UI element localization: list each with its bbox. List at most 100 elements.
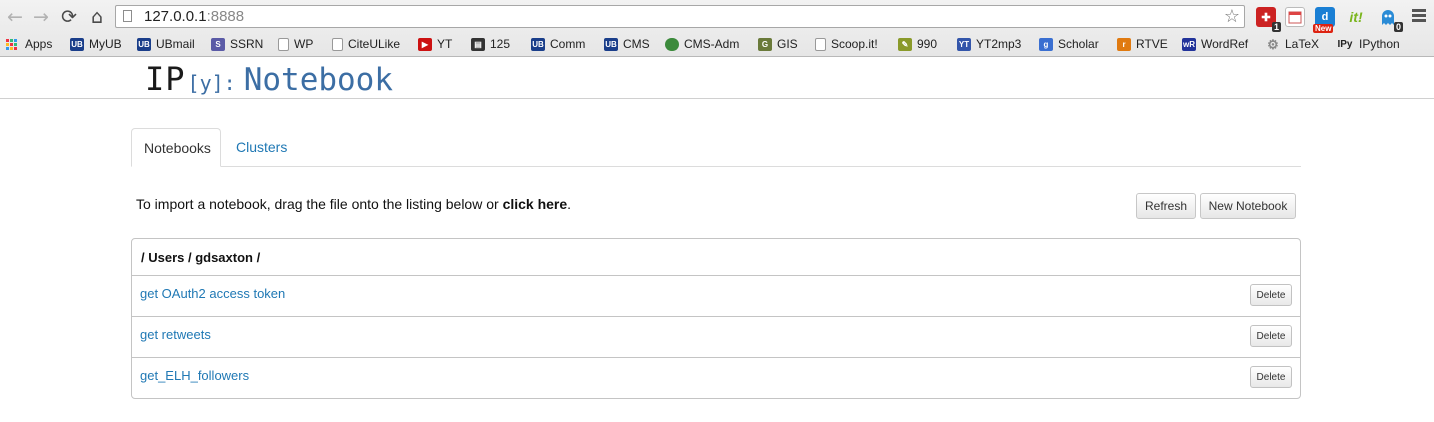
delete-button[interactable]: Delete — [1250, 325, 1292, 347]
bookmark-ubmail[interactable]: UB UBmail — [137, 36, 195, 52]
notebook-link[interactable]: get retweets — [140, 327, 211, 342]
bookmark-label: SSRN — [230, 37, 264, 51]
extension-new-badge: New — [1313, 24, 1334, 33]
bookmark-comm[interactable]: UB Comm — [531, 36, 585, 52]
notebook-row: get_ELH_followers Delete — [132, 358, 1300, 398]
tab-bar: Notebooks Clusters — [131, 128, 1301, 167]
ub-icon: UB — [531, 37, 545, 51]
logo-title: Notebook — [243, 62, 394, 98]
page-icon — [278, 37, 289, 51]
calendar-icon[interactable] — [1285, 7, 1305, 27]
bookmarks-bar: Apps UB MyUB UB UBmail S SSRN WP CiteULike … — [0, 33, 1434, 55]
bookmark-wordref[interactable]: wR WordRef — [1182, 36, 1248, 52]
ipython-logo[interactable]: IP [y] : Notebook — [145, 60, 394, 98]
import-end: . — [567, 196, 572, 212]
bookmark-scholar[interactable]: g Scholar — [1039, 36, 1099, 52]
youtube-icon: ▶ — [418, 37, 432, 51]
bookmark-label: 990 — [917, 37, 938, 51]
import-instructions: To import a notebook, drag the file onto… — [136, 196, 571, 212]
bookmark-apps[interactable]: Apps — [6, 36, 52, 52]
logo-ip: IP — [145, 60, 186, 98]
browser-toolbar: ← → ⟳ ⌂ 127.0.0.1:8888 ☆ ✚ 1 d New it! 0 — [0, 0, 1434, 33]
ipy-icon: IPy — [1337, 38, 1353, 50]
bookmark-label: YT — [437, 37, 453, 51]
bookmark-citeulike[interactable]: CiteULike — [332, 36, 400, 52]
apps-grid-icon — [6, 38, 17, 50]
back-arrow-icon[interactable]: ← — [4, 6, 26, 28]
logo-y: [y] — [187, 71, 224, 95]
ub-icon: UB — [70, 37, 84, 51]
bookmark-label: LaTeX — [1285, 37, 1320, 51]
d-extension-icon[interactable]: d New — [1313, 7, 1335, 33]
bookmark-label: CMS — [623, 37, 650, 51]
forward-arrow-icon[interactable]: → — [30, 6, 52, 28]
ipython-header: IP [y] : Notebook — [0, 57, 1434, 99]
bookmark-scoopit[interactable]: Scoop.it! — [815, 36, 878, 52]
logo-colon: : — [223, 71, 236, 95]
pen-icon: ✎ — [898, 37, 912, 51]
globe-icon — [665, 37, 679, 51]
yt2mp3-icon: YT — [957, 37, 971, 51]
bookmark-125[interactable]: ▤ 125 — [471, 36, 510, 52]
browser-chrome: ← → ⟳ ⌂ 127.0.0.1:8888 ☆ ✚ 1 d New it! 0 A… — [0, 0, 1434, 57]
url-text[interactable]: 127.0.0.1:8888 — [144, 8, 244, 25]
listing-header: / Users / gdsaxton / — [132, 239, 1300, 276]
bookmark-990[interactable]: ✎ 990 — [898, 36, 937, 52]
bookmark-yt[interactable]: ▶ YT — [418, 36, 452, 52]
chrome-menu-icon[interactable] — [1412, 9, 1426, 23]
bookmark-label: CiteULike — [348, 37, 401, 51]
bookmark-label: RTVE — [1136, 37, 1168, 51]
bookmark-ssrn[interactable]: S SSRN — [211, 36, 263, 52]
bookmark-gis[interactable]: G GIS — [758, 36, 798, 52]
bookmark-label: Comm — [550, 37, 586, 51]
import-text: To import a notebook, drag the file onto… — [136, 196, 503, 212]
reload-icon[interactable]: ⟳ — [58, 6, 80, 28]
notebook-listing: / Users / gdsaxton / get OAuth2 access t… — [131, 238, 1301, 399]
gis-icon: G — [758, 37, 772, 51]
bookmark-cms[interactable]: UB CMS — [604, 36, 650, 52]
ub-icon: UB — [604, 37, 618, 51]
bookmark-rtve[interactable]: r RTVE — [1117, 36, 1168, 52]
bookmark-star-icon[interactable]: ☆ — [1224, 6, 1240, 27]
bookmark-label: IPython — [1359, 37, 1400, 51]
tab-clusters[interactable]: Clusters — [224, 128, 299, 166]
rtve-icon: r — [1117, 37, 1131, 51]
ghost-icon[interactable]: 0 — [1378, 7, 1403, 32]
refresh-button[interactable]: Refresh — [1136, 193, 1196, 219]
bookmark-yt2mp3[interactable]: YT YT2mp3 — [957, 36, 1021, 52]
delete-button[interactable]: Delete — [1250, 366, 1292, 388]
notebook-link[interactable]: get OAuth2 access token — [140, 286, 285, 301]
bookmark-myub[interactable]: UB MyUB — [70, 36, 122, 52]
scholar-icon: g — [1039, 37, 1053, 51]
bookmark-ipython[interactable]: IPy IPython — [1336, 36, 1400, 52]
bookmark-label: MyUB — [89, 37, 122, 51]
bookmark-label: CMS-Adm — [684, 37, 740, 51]
url-host: 127.0.0.1 — [144, 8, 207, 25]
notebook-link[interactable]: get_ELH_followers — [140, 368, 249, 383]
tab-notebooks[interactable]: Notebooks — [131, 128, 221, 167]
address-bar[interactable]: 127.0.0.1:8888 ☆ — [115, 5, 1245, 28]
page-icon — [815, 37, 826, 51]
bookmark-wp[interactable]: WP — [278, 36, 313, 52]
notebook-row: get OAuth2 access token Delete — [132, 276, 1300, 317]
delete-button[interactable]: Delete — [1250, 284, 1292, 306]
bookmark-latex[interactable]: ⚙ LaTeX — [1266, 36, 1319, 52]
extension-ghost-badge: 0 — [1393, 22, 1403, 32]
gear-icon: ⚙ — [1267, 36, 1279, 52]
bookmark-label: WordRef — [1201, 37, 1249, 51]
extension-1-icon[interactable]: ✚ 1 — [1256, 7, 1281, 32]
bookmark-label: WP — [294, 37, 314, 51]
click-here-link[interactable]: click here — [503, 196, 568, 212]
bookmark-label: GIS — [777, 37, 798, 51]
it-extension-icon[interactable]: it! — [1346, 7, 1366, 27]
url-port: :8888 — [206, 8, 245, 25]
new-notebook-button[interactable]: New Notebook — [1200, 193, 1296, 219]
page-icon — [332, 37, 343, 51]
bookmark-label: Apps — [25, 37, 53, 51]
bookmark-label: UBmail — [156, 37, 195, 51]
page-icon — [123, 10, 132, 22]
wordref-icon: wR — [1182, 37, 1196, 51]
bookmark-cms-adm[interactable]: CMS-Adm — [665, 36, 739, 52]
home-icon[interactable]: ⌂ — [86, 6, 108, 28]
ssrn-icon: S — [211, 37, 225, 51]
